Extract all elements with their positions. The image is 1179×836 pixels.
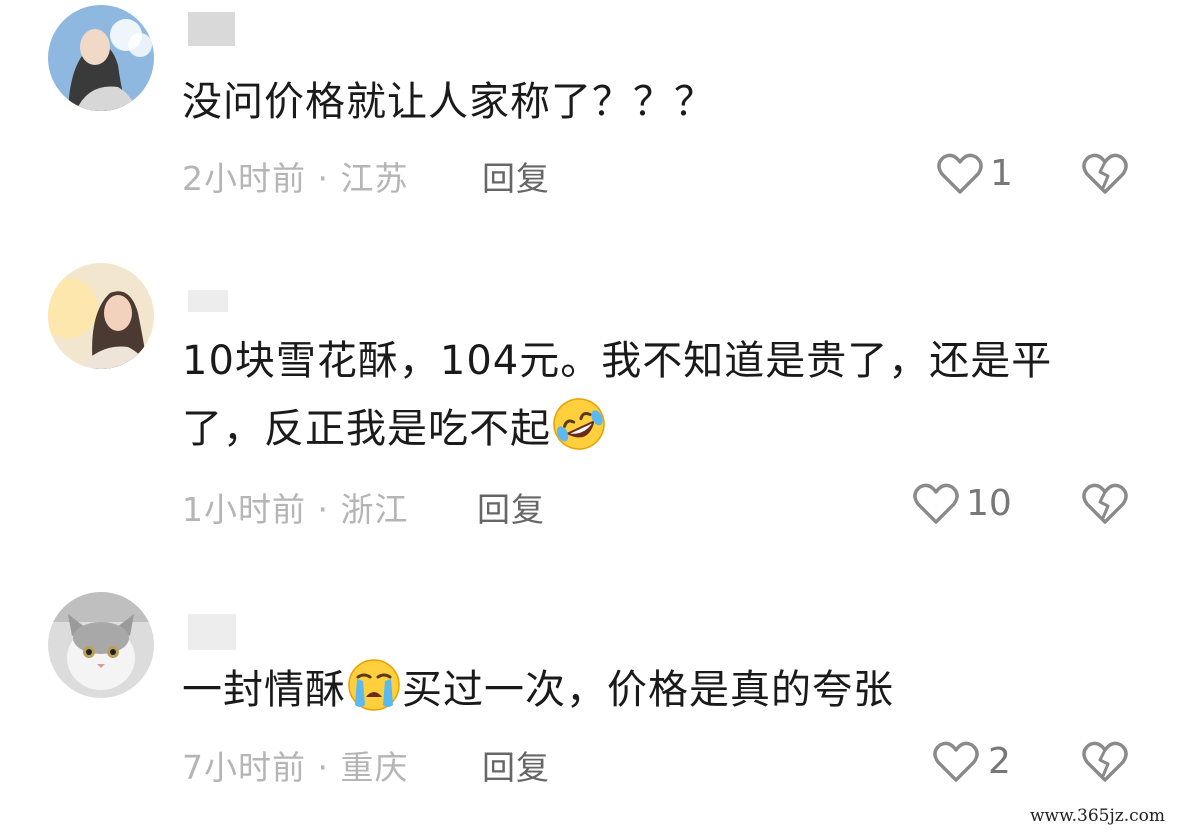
avatar[interactable] [48, 592, 154, 698]
comment-meta: 2小时前 · 江苏 [182, 152, 408, 200]
heart-icon[interactable] [932, 740, 980, 784]
username-redacted [188, 614, 236, 650]
username-redacted [188, 290, 228, 312]
avatar[interactable] [48, 5, 154, 111]
comment-text-fragment: 一封情酥 [182, 667, 346, 713]
comment-text-line: 10块雪花酥，104元。我不知道是贵了，还是平 [182, 338, 1053, 384]
comment-text-fragment: 了，反正我是吃不起 [182, 406, 551, 452]
comment-text-fragment: 买过一次，价格是真的夸张 [402, 667, 894, 713]
comment-meta: 7小时前 · 重庆 [182, 741, 408, 789]
broken-heart-icon[interactable] [1081, 740, 1129, 784]
comment-text-body: 没问价格就让人家称了？？？ [182, 79, 715, 125]
username-redacted [188, 12, 235, 46]
reply-button[interactable]: 回复 [482, 152, 550, 200]
like-count: 10 [966, 483, 1012, 524]
reply-button[interactable]: 回复 [482, 741, 550, 789]
broken-heart-icon[interactable] [1081, 482, 1129, 526]
like-count: 1 [990, 153, 1013, 194]
meta-separator: · [306, 490, 341, 529]
comment-text: 一封情酥 买过一次，价格是真的夸张 [182, 656, 1112, 724]
watermark: www.365jz.com [1030, 806, 1165, 826]
comment-meta: 1小时前 · 浙江 [182, 483, 408, 531]
rolling-on-floor-laughing-emoji [553, 398, 605, 450]
location: 重庆 [340, 748, 409, 787]
comment-text-line: 了，反正我是吃不起 [182, 395, 1112, 463]
comment-text: 10块雪花酥，104元。我不知道是贵了，还是平 了，反正我是吃不起 [182, 327, 1112, 463]
like-count: 2 [988, 741, 1011, 782]
timestamp: 7小时前 [182, 748, 306, 787]
meta-separator: · [306, 159, 341, 198]
location: 浙江 [340, 490, 409, 529]
heart-icon[interactable] [912, 482, 960, 526]
crying-face-emoji [348, 659, 400, 711]
location: 江苏 [340, 159, 409, 198]
timestamp: 2小时前 [182, 159, 306, 198]
reply-button[interactable]: 回复 [477, 483, 545, 531]
avatar[interactable] [48, 263, 154, 369]
heart-icon[interactable] [936, 152, 984, 196]
broken-heart-icon[interactable] [1081, 152, 1129, 196]
meta-separator: · [306, 748, 341, 787]
timestamp: 1小时前 [182, 490, 306, 529]
comment-text: 没问价格就让人家称了？？？ [182, 68, 1112, 136]
